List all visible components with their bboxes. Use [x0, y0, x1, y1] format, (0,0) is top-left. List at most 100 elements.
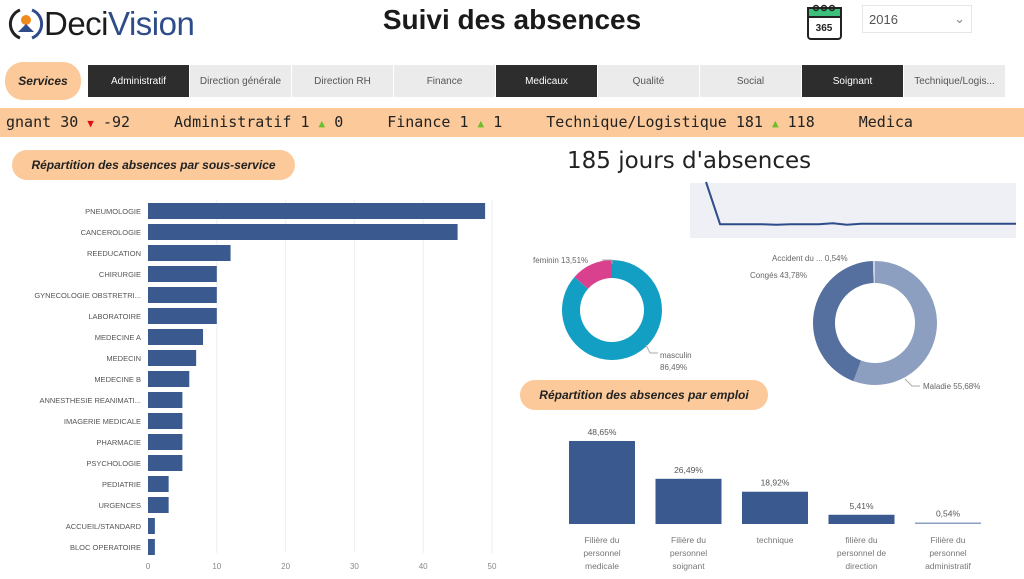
donut-type: Accident du ... 0,54% Congés 43,78% Maladi… [750, 254, 980, 391]
category-label: Filière du [585, 535, 620, 545]
category-label: PNEUMOLOGIE [85, 207, 141, 216]
slicer-item[interactable]: Soignant [802, 65, 904, 97]
slicer-item[interactable]: Administratif [88, 65, 190, 97]
ticker-delta: 118 [787, 113, 815, 131]
label-accident: Accident du ... 0,54% [772, 254, 848, 263]
bar-chart-sous-service: 0 10 20 30 40 50 PNEUMOLOGIE CANCEROLOGIE REEDUC… [34, 200, 497, 571]
ticker-value: 181 [735, 113, 763, 131]
category-label: technique [757, 535, 794, 545]
ticker-value: 1 [459, 113, 469, 131]
sparkline-background [690, 183, 1016, 238]
ticker-delta: 1 [493, 113, 503, 131]
bar [148, 371, 190, 387]
ticker-delta: -92 [102, 113, 131, 131]
chart-title-sous-service: Répartition des absences par sous-servic… [12, 150, 295, 180]
category-label: CANCEROLOGIE [81, 228, 141, 237]
category-label: PEDIATRIE [102, 480, 141, 489]
bar [828, 514, 895, 524]
bar [148, 476, 169, 492]
sparkline-chart [690, 181, 1016, 238]
ticker-name: Administratif [174, 113, 292, 131]
category-label: MEDECINE B [94, 375, 141, 384]
kpi-total-days: 185 jours d'absences [567, 148, 812, 174]
ticker-name: Technique/Logistique [546, 113, 727, 131]
category-label: personnel de [837, 548, 886, 558]
ticker-bar: gnant 30 ▼ -92 Administratif 1 ▲ 0 Finance… [0, 108, 1024, 137]
bar [742, 491, 808, 524]
chevron-down-icon: ⌄ [954, 11, 965, 26]
x-tick-label: 10 [212, 562, 221, 571]
bar [148, 497, 169, 513]
ticker-value: 1 [300, 113, 310, 131]
bar [148, 329, 204, 345]
leader-line [645, 344, 658, 354]
bar [569, 441, 635, 524]
data-label: 5,41% [849, 501, 874, 511]
category-label: REEDUCATION [87, 249, 141, 258]
category-label: MEDECINE A [95, 333, 141, 342]
x-tick-label: 50 [488, 562, 497, 571]
year-value: 2016 [869, 11, 898, 27]
bar [148, 434, 183, 450]
year-dropdown[interactable]: 2016 ⌄ [862, 5, 972, 33]
bar-chart-emploi: 48,65% Filière du personnel medicale 26,49% F… [569, 427, 981, 571]
ticker-name: gnant [6, 113, 52, 131]
bar [148, 266, 217, 282]
ticker-item: Technique/Logistique 181 ▲ 118 [546, 113, 815, 131]
bar [148, 245, 231, 261]
slicer-item[interactable]: Social [700, 65, 802, 97]
data-label: 0,54% [936, 509, 961, 519]
category-label: personnel [670, 548, 707, 558]
bar [148, 224, 458, 240]
data-label: 18,92% [761, 478, 790, 488]
services-slicer: Administratif Direction générale Direction… [88, 65, 1006, 97]
label-conges: Congés 43,78% [750, 271, 807, 280]
label-maladie: Maladie 55,68% [923, 382, 980, 391]
category-label: GYNECOLOGIE OBSTRETRI... [34, 291, 141, 300]
x-tick-label: 20 [281, 562, 290, 571]
label-masculin: masculin [660, 351, 692, 360]
slicer-item[interactable]: Technique/Logis... [904, 65, 1006, 97]
slicer-item[interactable]: Direction RH [292, 65, 394, 97]
ticker-name: Finance [387, 113, 451, 131]
category-label: BLOC OPERATOIRE [70, 543, 141, 552]
bar [148, 455, 183, 471]
triangle-up-icon: ▲ [477, 117, 485, 130]
ticker-item: Medica [859, 113, 913, 131]
bar [655, 478, 722, 524]
donut-gender: feminin 13,51% masculin 86,49% [533, 256, 692, 372]
bar [148, 287, 217, 303]
slicer-item[interactable]: Finance [394, 65, 496, 97]
ticker-item: gnant 30 ▼ -92 [6, 113, 130, 131]
ticker-name: Medica [858, 113, 913, 131]
calendar-icon: 365 [807, 4, 842, 40]
bar [915, 522, 981, 524]
x-tick-label: 30 [350, 562, 359, 571]
category-label: direction [845, 561, 877, 571]
triangle-down-icon: ▼ [87, 117, 94, 130]
category-label: ANNESTHESIE REANIMATI... [39, 396, 141, 405]
bar [148, 413, 183, 429]
category-label: ACCUEIL/STANDARD [66, 522, 142, 531]
services-label: Services [5, 62, 81, 100]
ticker-value: 30 [60, 113, 79, 131]
category-label: MEDECIN [106, 354, 141, 363]
bar [148, 518, 155, 534]
slicer-item[interactable]: Direction générale [190, 65, 292, 97]
ticker-item: Finance 1 ▲ 1 [387, 113, 502, 131]
category-label: PSYCHOLOGIE [86, 459, 141, 468]
ticker-delta: 0 [334, 113, 344, 131]
category-label: medicale [585, 561, 619, 571]
data-label: 26,49% [674, 465, 703, 475]
category-label: URGENCES [98, 501, 141, 510]
chart-title-emploi: Répartition des absences par emploi [520, 380, 768, 410]
bar [148, 539, 155, 555]
slicer-item[interactable]: Qualité [598, 65, 700, 97]
label-feminin: feminin 13,51% [533, 256, 588, 265]
bar [148, 350, 197, 366]
data-label: 48,65% [588, 427, 617, 437]
slicer-item[interactable]: Medicaux [496, 65, 598, 97]
category-label: LABORATOIRE [88, 312, 141, 321]
calendar-icon-text: 365 [816, 23, 833, 34]
category-label: soignant [672, 561, 705, 571]
